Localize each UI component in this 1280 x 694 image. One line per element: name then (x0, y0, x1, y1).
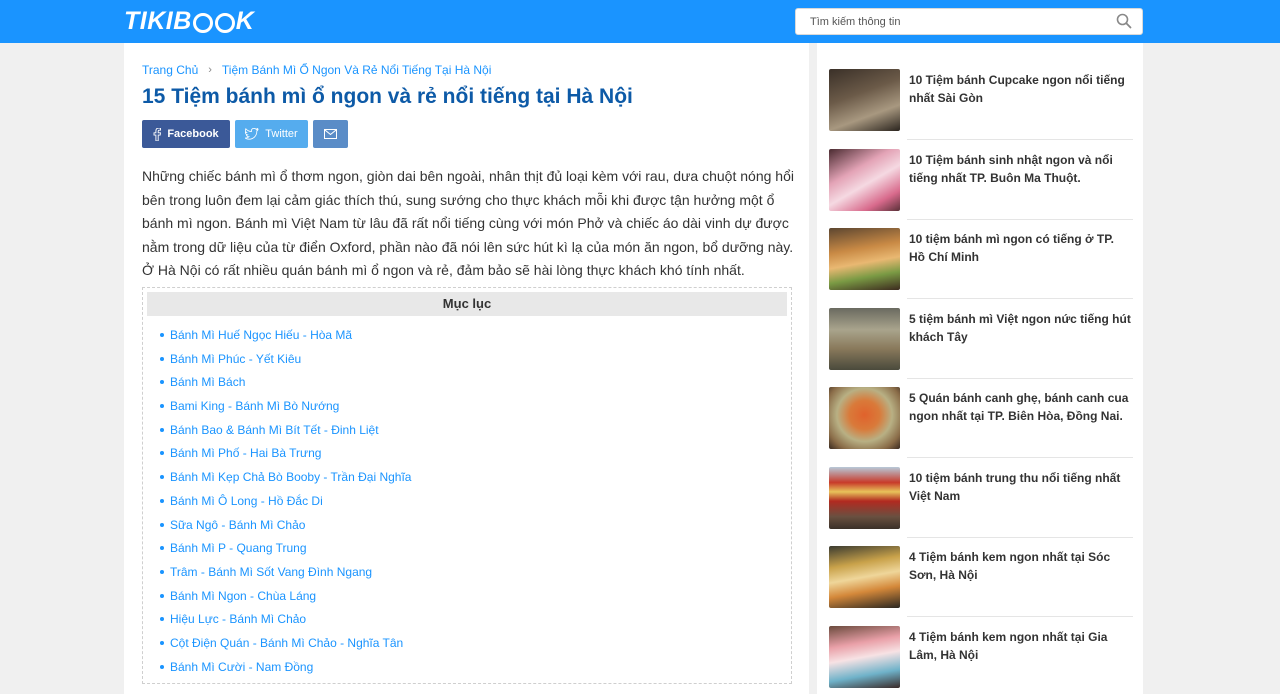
article-thumbnail (829, 467, 900, 529)
divider (907, 457, 1133, 458)
toc-link[interactable]: Bánh Bao & Bánh Mì Bít Tết - Đinh Liệt (170, 423, 379, 437)
toc-item: Bánh Mì Huế Ngọc Hiếu - Hòa Mã (159, 327, 411, 351)
breadcrumb-home-link[interactable]: Trang Chủ (142, 63, 198, 77)
sidebar-article[interactable]: 10 tiệm bánh mì ngon có tiếng ở TP. Hồ C… (829, 228, 1133, 290)
sidebar-article[interactable]: 4 Tiệm bánh kem ngon nhất tại Sóc Sơn, H… (829, 546, 1133, 608)
divider (907, 298, 1133, 299)
email-share-button[interactable] (313, 120, 348, 148)
logo-ring-icon (192, 12, 213, 33)
toc-link[interactable]: Cột Điện Quán - Bánh Mì Chảo - Nghĩa Tân (170, 636, 403, 650)
twitter-share-button[interactable]: Twitter (235, 120, 308, 148)
article-thumbnail (829, 626, 900, 688)
toc-item: Bánh Mì Ô Long - Hồ Đắc Di (159, 493, 411, 517)
article-thumbnail (829, 546, 900, 608)
article-thumbnail (829, 308, 900, 370)
toc-list: Bánh Mì Huế Ngọc Hiếu - Hòa Mã Bánh Mì P… (159, 327, 411, 683)
toc-item: Sữa Ngô - Bánh Mì Chảo (159, 517, 411, 541)
toc-link[interactable]: Bánh Mì Huế Ngọc Hiếu - Hòa Mã (170, 328, 352, 342)
article-thumbnail (829, 69, 900, 131)
twitter-icon (245, 128, 259, 140)
toc-link[interactable]: Bánh Mì Ngon - Chùa Láng (170, 589, 316, 603)
sidebar-article-title: 4 Tiệm bánh kem ngon nhất tại Sóc Sơn, H… (909, 550, 1111, 582)
toc-item: Trâm - Bánh Mì Sốt Vang Đình Ngang (159, 564, 411, 588)
toc-item: Bami King - Bánh Mì Bò Nướng (159, 398, 411, 422)
toc-link[interactable]: Bánh Mì Cười - Nam Đồng (170, 660, 313, 674)
toc-heading: Mục lục (147, 292, 787, 316)
page-title: 15 Tiệm bánh mì ổ ngon và rẻ nổi tiếng t… (142, 85, 633, 108)
main-content: Trang Chủ › Tiệm Bánh Mì Ổ Ngon Và Rẻ Nổ… (124, 43, 809, 694)
divider (907, 139, 1133, 140)
toc-item: Cột Điện Quán - Bánh Mì Chảo - Nghĩa Tân (159, 635, 411, 659)
article-thumbnail (829, 149, 900, 211)
article-thumbnail (829, 387, 900, 449)
toc-item: Bánh Mì Phố - Hai Bà Trưng (159, 445, 411, 469)
divider (907, 378, 1133, 379)
breadcrumb: Trang Chủ › Tiệm Bánh Mì Ổ Ngon Và Rẻ Nổ… (142, 63, 491, 77)
toc-item: Bánh Mì Cười - Nam Đồng (159, 659, 411, 683)
sidebar-article-title: 10 tiệm bánh trung thu nổi tiếng nhất Vi… (909, 471, 1121, 503)
sidebar-article-title: 4 Tiệm bánh kem ngon nhất tại Gia Lâm, H… (909, 630, 1108, 662)
toc-link[interactable]: Bánh Mì Phúc - Yết Kiêu (170, 352, 301, 366)
toc-item: Bánh Mì P - Quang Trung (159, 540, 411, 564)
sidebar-article-title: 10 tiệm bánh mì ngon có tiếng ở TP. Hồ C… (909, 232, 1115, 264)
divider (907, 616, 1133, 617)
site-logo[interactable]: TIKIB K (124, 6, 254, 37)
toc-link[interactable]: Bami King - Bánh Mì Bò Nướng (170, 399, 339, 413)
twitter-label: Twitter (265, 128, 298, 140)
toc-item: Bánh Mì Ngon - Chùa Láng (159, 588, 411, 612)
article-intro: Những chiếc bánh mì ổ thơm ngon, giòn da… (142, 168, 794, 279)
divider (907, 537, 1133, 538)
toc-item: Bánh Mì Kẹp Chả Bò Booby - Trần Đại Nghĩ… (159, 469, 411, 493)
sidebar-article-title: 5 Quán bánh canh ghẹ, bánh canh cua ngon… (909, 391, 1129, 423)
chevron-right-icon: › (208, 64, 212, 76)
breadcrumb-current-link[interactable]: Tiệm Bánh Mì Ổ Ngon Và Rẻ Nổi Tiếng Tại … (222, 63, 491, 77)
toc-link[interactable]: Bánh Mì Bách (170, 375, 245, 389)
search-input[interactable] (796, 9, 1106, 34)
toc-link[interactable]: Hiệu Lực - Bánh Mì Chảo (170, 612, 306, 626)
sidebar-article[interactable]: 10 Tiệm bánh Cupcake ngon nổi tiếng nhất… (829, 69, 1133, 131)
toc-link[interactable]: Bánh Mì Ô Long - Hồ Đắc Di (170, 494, 323, 508)
sidebar: 10 Tiệm bánh Cupcake ngon nổi tiếng nhất… (809, 43, 1143, 694)
sidebar-article-title: 5 tiệm bánh mì Việt ngon nức tiếng hút k… (909, 312, 1131, 344)
sidebar-article[interactable]: 10 Tiệm bánh sinh nhật ngon và nổi tiếng… (829, 149, 1133, 211)
logo-text: TIKIB (124, 7, 192, 35)
facebook-label: Facebook (167, 128, 219, 140)
sidebar-article[interactable]: 5 Quán bánh canh ghẹ, bánh canh cua ngon… (829, 387, 1133, 449)
toc-link[interactable]: Trâm - Bánh Mì Sốt Vang Đình Ngang (170, 565, 372, 579)
toc-item: Bánh Mì Bách (159, 374, 411, 398)
toc-link[interactable]: Bánh Mì Kẹp Chả Bò Booby - Trần Đại Nghĩ… (170, 470, 411, 484)
sidebar-article[interactable]: 5 tiệm bánh mì Việt ngon nức tiếng hút k… (829, 308, 1133, 370)
mail-icon (324, 129, 337, 139)
toc-item: Bánh Mì Phúc - Yết Kiêu (159, 351, 411, 375)
top-bar: TIKIB K (0, 0, 1280, 43)
sidebar-article-title: 10 Tiệm bánh Cupcake ngon nổi tiếng nhất… (909, 73, 1125, 105)
logo-ring-icon (214, 12, 235, 33)
article-thumbnail (829, 228, 900, 290)
search-box (795, 8, 1143, 35)
toc-link[interactable]: Bánh Mì P - Quang Trung (170, 541, 307, 555)
sidebar-article[interactable]: 10 tiệm bánh trung thu nổi tiếng nhất Vi… (829, 467, 1133, 529)
table-of-contents: Mục lục Bánh Mì Huế Ngọc Hiếu - Hòa Mã B… (142, 287, 792, 684)
logo-text-end: K (235, 7, 255, 35)
facebook-share-button[interactable]: Facebook (142, 120, 230, 148)
toc-link[interactable]: Sữa Ngô - Bánh Mì Chảo (170, 518, 305, 532)
search-icon[interactable] (1116, 13, 1134, 31)
toc-item: Hiệu Lực - Bánh Mì Chảo (159, 611, 411, 635)
toc-link[interactable]: Bánh Mì Phố - Hai Bà Trưng (170, 446, 321, 460)
toc-item: Bánh Bao & Bánh Mì Bít Tết - Đinh Liệt (159, 422, 411, 446)
sidebar-article[interactable]: 4 Tiệm bánh kem ngon nhất tại Gia Lâm, H… (829, 626, 1133, 688)
share-buttons: Facebook Twitter (142, 120, 348, 148)
divider (907, 219, 1133, 220)
facebook-icon (153, 127, 162, 141)
sidebar-article-title: 10 Tiệm bánh sinh nhật ngon và nổi tiếng… (909, 153, 1113, 185)
